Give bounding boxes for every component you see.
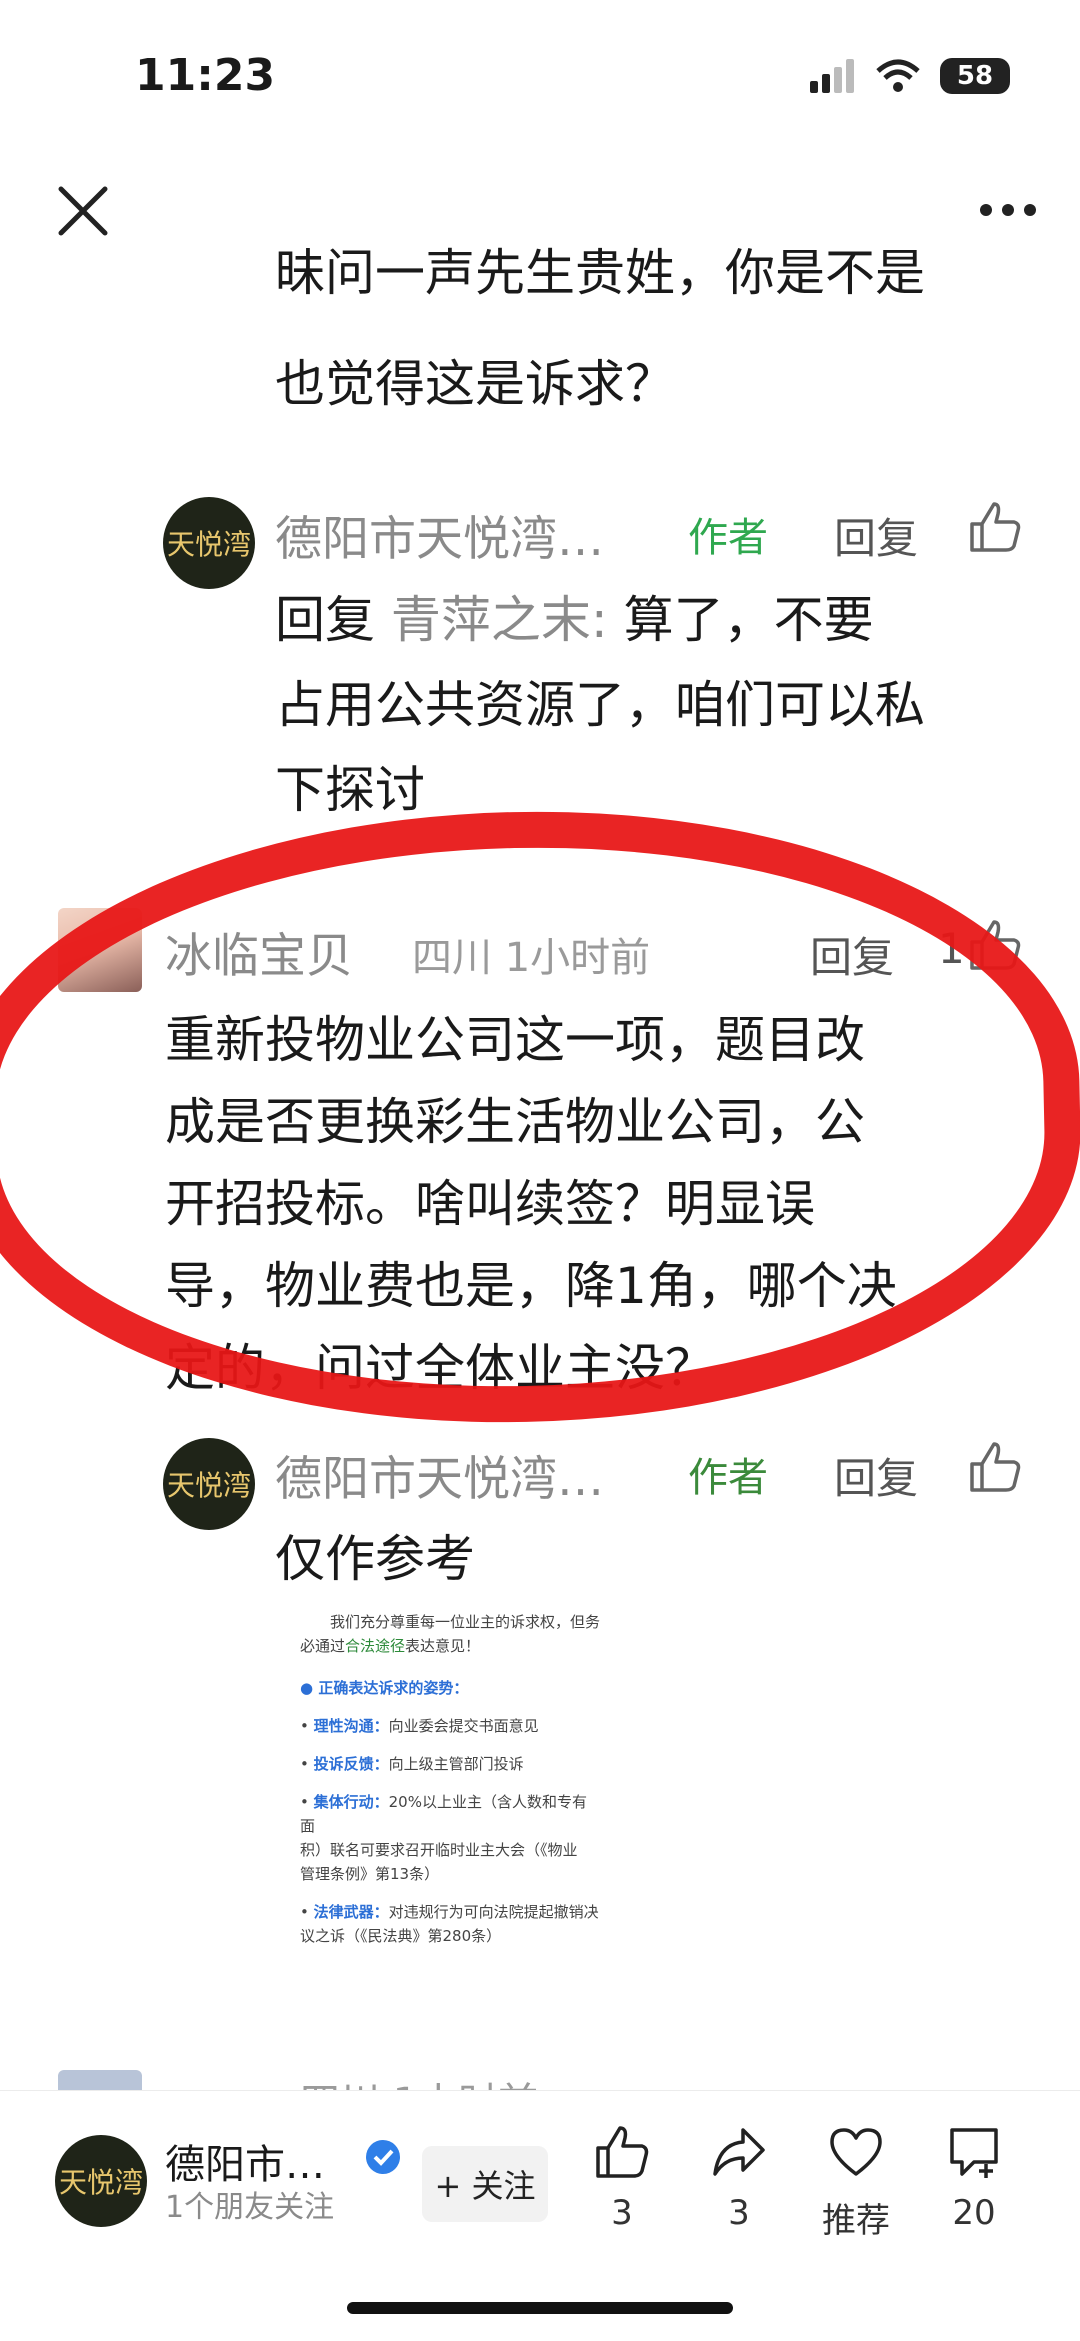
author-badge: 作者 — [688, 1455, 768, 1501]
store-logo-icon: 天悦湾 — [166, 1469, 251, 1502]
reply-prefix: 回复 — [275, 591, 375, 649]
like-icon[interactable] — [594, 2124, 650, 2180]
comment-count: 20 — [952, 2193, 996, 2233]
notice-text: 我们充分尊重每一位业主的诉求权，但务 — [330, 1613, 601, 1631]
share-count: 3 — [728, 2193, 750, 2233]
notice-bullet: • 投诉反馈：向上级主管部门投诉 — [300, 1755, 524, 1773]
recommend-label[interactable]: 推荐 — [801, 2193, 911, 2242]
quoted-user[interactable]: 青萍之末: — [391, 591, 608, 649]
store-logo-icon: 天悦湾 — [166, 528, 251, 561]
reply-text: 算了，不要 — [623, 591, 874, 649]
heart-icon[interactable] — [828, 2124, 884, 2180]
account-avatar[interactable]: 天悦湾 — [55, 2135, 147, 2227]
notice-text: 必通过合法途径表达意见！ — [300, 1637, 481, 1655]
status-time: 11:23 — [135, 50, 276, 101]
battery-indicator: 58 — [940, 58, 1010, 94]
notice-heading: ● 正确表达诉求的姿势： — [300, 1679, 469, 1697]
comment-text-line: 仅作参考 — [275, 1530, 475, 1588]
home-indicator[interactable] — [347, 2302, 733, 2314]
notice-bullet-cont: 管理条例》第13条） — [300, 1865, 440, 1883]
follow-button[interactable]: + 关注 — [422, 2146, 548, 2222]
friends-follow-count: 1个朋友关注 — [165, 2190, 335, 2225]
notice-bullet-cont: 积）联名可要求召开临时业主大会（《物业 — [300, 1841, 578, 1859]
verified-icon — [366, 2140, 400, 2174]
like-count: 3 — [611, 2193, 633, 2233]
comment-text-line: 占用公共资源了，咱们可以私 — [275, 676, 925, 734]
comment-text-line: 也觉得这是诉求？ — [275, 355, 675, 413]
reply-button[interactable]: 回复 — [834, 1445, 918, 1506]
speech-bubble-icon: ● — [300, 1679, 314, 1697]
signal-icon — [810, 59, 854, 93]
comment-icon[interactable] — [946, 2124, 1002, 2180]
comment-author-name[interactable]: 德阳市天悦湾… — [275, 500, 604, 569]
share-icon[interactable] — [711, 2124, 767, 2180]
close-icon[interactable] — [55, 183, 111, 239]
more-icon[interactable] — [978, 200, 1038, 220]
notice-bullet: • 理性沟通：向业委会提交书面意见 — [300, 1717, 539, 1735]
comment-text-line: 下探讨 — [275, 761, 425, 819]
thumbs-up-icon[interactable] — [968, 500, 1022, 554]
wifi-icon — [876, 59, 920, 92]
notice-bullet: • 法律武器：对违规行为可向法院提起撤销决 — [300, 1903, 599, 1921]
notice-bullet: • 集体行动：20%以上业主（含人数和专有面 — [300, 1793, 587, 1835]
avatar[interactable]: 天悦湾 — [163, 497, 255, 589]
thumbs-up-icon[interactable] — [968, 1440, 1022, 1494]
notice-bullet-cont: 议之诉（《民法典》第280条） — [300, 1927, 502, 1945]
comment-text-line: 昧问一声先生贵姓，你是不是 — [275, 244, 925, 302]
avatar[interactable]: 天悦湾 — [163, 1438, 255, 1530]
author-badge: 作者 — [688, 515, 768, 561]
comment-image[interactable]: 我们充分尊重每一位业主的诉求权，但务 必通过合法途径表达意见！ ● 正确表达诉求… — [300, 1610, 600, 1970]
reply-button[interactable]: 回复 — [834, 505, 918, 566]
highlight-circle — [0, 800, 1080, 1434]
status-icons: 58 — [810, 58, 1010, 94]
comment-text-line: 回复 青萍之末: 算了，不要 — [275, 583, 874, 658]
store-logo-icon: 天悦湾 — [58, 2166, 143, 2199]
comment-author-name[interactable]: 德阳市天悦湾… — [275, 1440, 604, 1509]
